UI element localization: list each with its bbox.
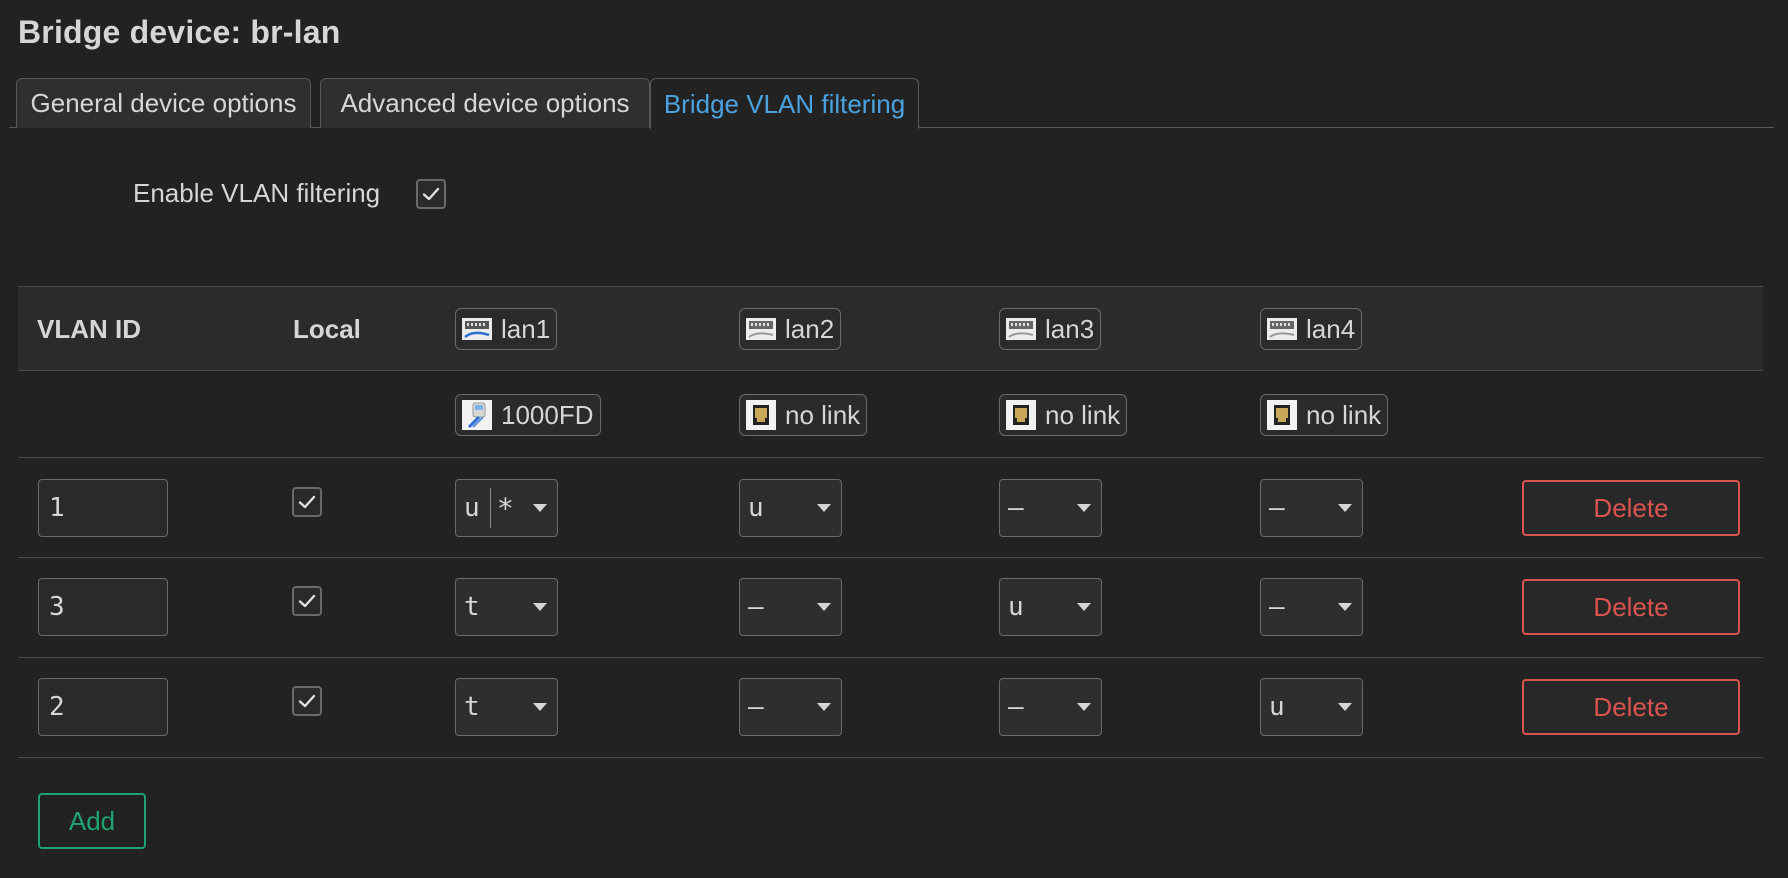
port-status-lan1: 1000FD xyxy=(455,394,601,436)
port-select-lan2[interactable]: – xyxy=(739,578,842,636)
table-row: 1 u * u – – Delete xyxy=(18,458,1763,558)
add-button[interactable]: Add xyxy=(38,793,146,849)
primary-vlan-marker: * xyxy=(497,492,514,525)
port-select-lan2[interactable]: – xyxy=(739,678,842,736)
ethernet-port-icon xyxy=(1005,313,1037,345)
port-badge-lan1: lan1 xyxy=(455,308,558,350)
page-title: Bridge device: br-lan xyxy=(18,14,341,50)
delete-button[interactable]: Delete xyxy=(1522,480,1740,536)
port-status-text: no link xyxy=(1306,399,1382,430)
chevron-down-icon xyxy=(817,504,831,512)
tab-bridge-vlan-filtering[interactable]: Bridge VLAN filtering xyxy=(650,78,919,129)
ethernet-port-icon xyxy=(745,313,777,345)
port-select-lan4[interactable]: – xyxy=(1260,479,1363,537)
port-badge-lan3: lan3 xyxy=(999,308,1102,350)
chevron-down-icon xyxy=(1077,703,1091,711)
delete-button[interactable]: Delete xyxy=(1522,679,1740,735)
enable-vlan-filtering-label: Enable VLAN filtering xyxy=(133,178,381,208)
select-value: – xyxy=(748,692,764,722)
port-name: lan3 xyxy=(1045,313,1095,344)
tab-general-device-options[interactable]: General device options xyxy=(16,78,311,128)
ethernet-connected-icon xyxy=(461,399,493,431)
column-header-vlan-id: VLAN ID xyxy=(37,314,141,344)
port-badge-lan4: lan4 xyxy=(1260,308,1363,350)
select-value: – xyxy=(1008,692,1024,722)
ethernet-nolink-icon xyxy=(1005,399,1037,431)
chevron-down-icon xyxy=(533,603,547,611)
port-status-text: no link xyxy=(1045,399,1121,430)
port-select-lan2[interactable]: u xyxy=(739,479,842,537)
local-checkbox[interactable] xyxy=(292,586,322,616)
checkmark-icon xyxy=(298,694,316,708)
port-status-lan3: no link xyxy=(999,394,1128,436)
vlan-id-input[interactable]: 3 xyxy=(38,578,168,636)
delete-button[interactable]: Delete xyxy=(1522,579,1740,635)
port-status-row: 1000FD no link no link no link xyxy=(18,371,1763,458)
select-value: u xyxy=(1008,592,1024,622)
page: Bridge device: br-lan General device opt… xyxy=(0,0,1788,878)
port-badge-lan2: lan2 xyxy=(739,308,842,350)
chevron-down-icon xyxy=(1338,703,1352,711)
ethernet-port-icon xyxy=(1266,313,1298,345)
local-checkbox[interactable] xyxy=(292,487,322,517)
chevron-down-icon xyxy=(533,703,547,711)
port-select-lan3[interactable]: – xyxy=(999,479,1102,537)
chevron-down-icon xyxy=(1338,603,1352,611)
ethernet-nolink-icon xyxy=(1266,399,1298,431)
vlan-id-input[interactable]: 1 xyxy=(38,479,168,537)
chevron-down-icon xyxy=(533,504,547,512)
port-select-lan1[interactable]: u * xyxy=(455,479,558,537)
separator xyxy=(490,488,491,528)
select-value: t xyxy=(464,592,480,622)
select-value: u xyxy=(748,493,764,523)
port-select-lan4[interactable]: – xyxy=(1260,578,1363,636)
checkmark-icon xyxy=(422,187,440,201)
port-name: lan4 xyxy=(1306,313,1356,344)
column-header-local: Local xyxy=(293,314,361,344)
table-header-row: VLAN ID Local lan1 lan2 lan3 lan4 xyxy=(18,286,1763,371)
vlan-id-input[interactable]: 2 xyxy=(38,678,168,736)
table-row: 3 t – u – Delete xyxy=(18,558,1763,658)
port-status-text: no link xyxy=(785,399,861,430)
tab-bar: General device options Advanced device o… xyxy=(9,78,1774,129)
checkmark-icon xyxy=(298,594,316,608)
port-status-lan2: no link xyxy=(739,394,868,436)
port-select-lan3[interactable]: – xyxy=(999,678,1102,736)
chevron-down-icon xyxy=(1077,504,1091,512)
port-select-lan1[interactable]: t xyxy=(455,678,558,736)
port-name: lan2 xyxy=(785,313,835,344)
select-value: t xyxy=(464,692,480,722)
port-select-lan3[interactable]: u xyxy=(999,578,1102,636)
select-value: – xyxy=(1269,493,1285,523)
select-value: – xyxy=(1269,592,1285,622)
port-select-lan4[interactable]: u xyxy=(1260,678,1363,736)
port-status-lan4: no link xyxy=(1260,394,1389,436)
chevron-down-icon xyxy=(1338,504,1352,512)
chevron-down-icon xyxy=(817,603,831,611)
select-value: u xyxy=(1269,692,1285,722)
port-status-text: 1000FD xyxy=(501,399,594,430)
port-select-lan1[interactable]: t xyxy=(455,578,558,636)
chevron-down-icon xyxy=(1077,603,1091,611)
checkmark-icon xyxy=(298,495,316,509)
select-value: – xyxy=(748,592,764,622)
ethernet-nolink-icon xyxy=(745,399,777,431)
ethernet-port-icon xyxy=(461,313,493,345)
local-checkbox[interactable] xyxy=(292,686,322,716)
table-row: 2 t – – u Delete xyxy=(18,658,1763,758)
port-name: lan1 xyxy=(501,313,551,344)
enable-vlan-filtering-checkbox[interactable] xyxy=(416,179,446,209)
chevron-down-icon xyxy=(817,703,831,711)
tab-advanced-device-options[interactable]: Advanced device options xyxy=(320,78,650,128)
select-value: – xyxy=(1008,493,1024,523)
select-value: u xyxy=(464,493,480,523)
